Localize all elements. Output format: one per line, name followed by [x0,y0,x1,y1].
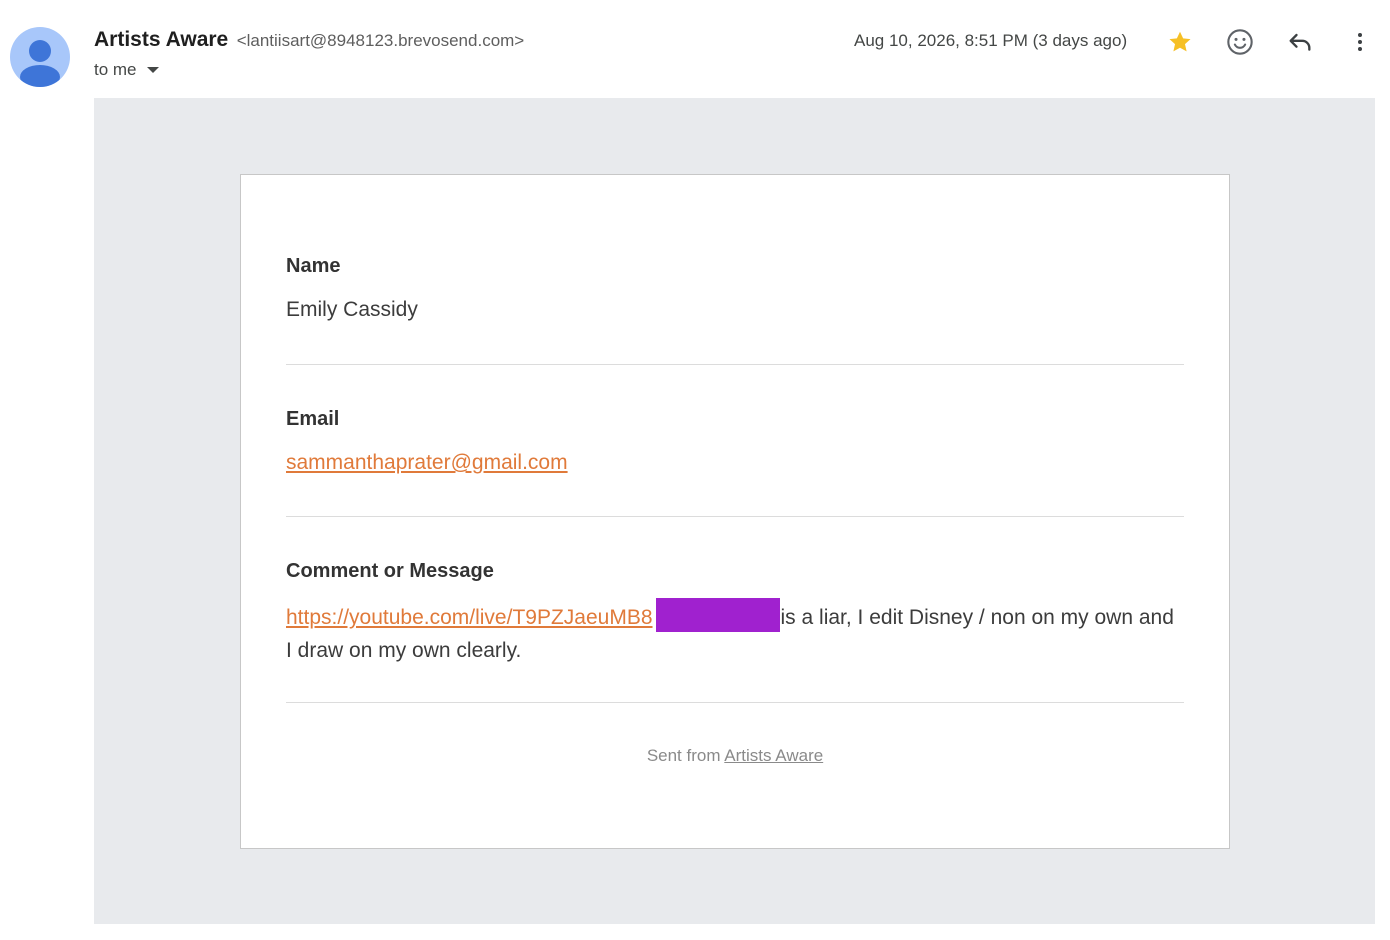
name-field: Name Emily Cassidy [286,255,1184,326]
recipient-label: to me [94,60,137,79]
message-timestamp: Aug 10, 2026, 8:51 PM (3 days ago) [854,31,1128,50]
divider [286,516,1184,517]
star-icon[interactable] [1164,26,1196,58]
redaction-block [655,598,780,632]
footer-link[interactable]: Artists Aware [724,746,823,765]
divider [286,702,1184,703]
form-submission-card: Name Emily Cassidy Email sammanthaprater… [240,174,1230,849]
sent-from-footer: Sent from Artists Aware [241,746,1229,766]
sender-email: <lantiisart@8948123.brevosend.com> [236,31,525,50]
recipient-dropdown[interactable]: to me [94,60,159,80]
youtube-link[interactable]: https://youtube.com/live/T9PZJaeuMB8 [286,606,653,629]
chevron-down-icon [146,67,159,73]
more-vertical-icon[interactable] [1344,26,1376,58]
sender-line: Artists Aware <lantiisart@8948123.brevos… [94,28,524,52]
name-value: Emily Cassidy [286,298,418,321]
email-link[interactable]: sammanthaprater@gmail.com [286,451,568,474]
emoji-reaction-icon[interactable] [1224,26,1256,58]
comment-label: Comment or Message [286,560,494,582]
message-body: Name Emily Cassidy Email sammanthaprater… [94,98,1375,924]
email-label: Email [286,408,340,430]
footer-prefix: Sent from [646,746,725,765]
person-avatar-icon[interactable] [10,27,70,87]
message-header: Artists Aware <lantiisart@8948123.brevos… [0,0,1390,98]
sender-name[interactable]: Artists Aware [94,28,228,51]
name-label: Name [286,255,341,277]
comment-value: https://youtube.com/live/T9PZJaeuMB8 is a… [286,598,1184,667]
reply-icon[interactable] [1284,26,1316,58]
comment-field: Comment or Message https://youtube.com/l… [286,560,1184,667]
divider [286,364,1184,365]
email-field: Email sammanthaprater@gmail.com [286,408,1184,479]
